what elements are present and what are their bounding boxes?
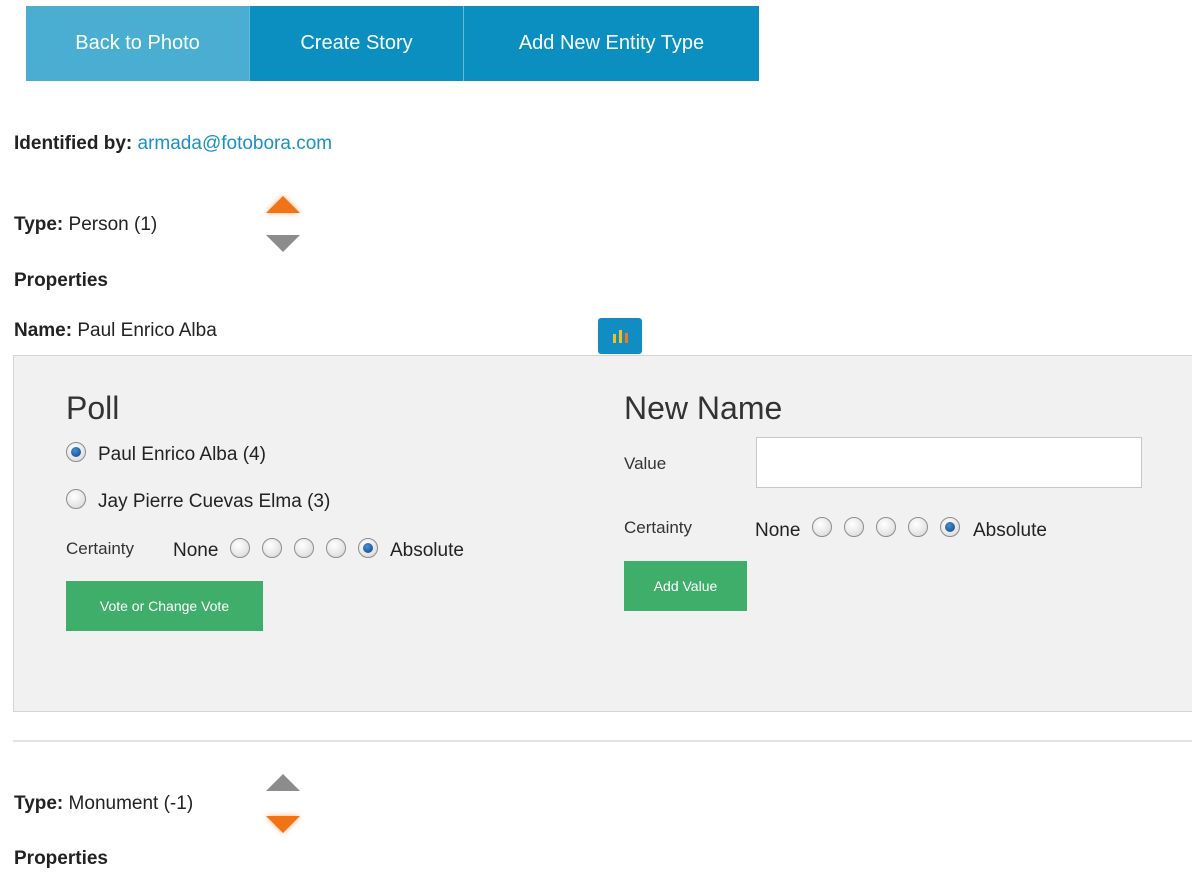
- new-name-certainty-radio-4[interactable]: [908, 517, 928, 537]
- properties-label: Properties: [14, 270, 108, 291]
- create-story-button[interactable]: Create Story: [250, 6, 464, 81]
- entity-type-person: Type: Person (1): [14, 214, 157, 236]
- downvote-arrow-icon[interactable]: [266, 816, 300, 833]
- add-entity-type-button[interactable]: Add New Entity Type: [464, 6, 759, 81]
- upvote-arrow-icon[interactable]: [266, 196, 300, 213]
- poll-certainty-radio-3[interactable]: [294, 538, 314, 558]
- identifier-email-link[interactable]: armada@fotobora.com: [138, 133, 333, 154]
- add-value-button[interactable]: Add Value: [624, 561, 747, 611]
- new-name-certainty-none: None: [755, 520, 801, 541]
- poll-certainty-radio-2[interactable]: [262, 538, 282, 558]
- type-label: Type:: [14, 793, 64, 814]
- new-name-certainty-radio-2[interactable]: [844, 517, 864, 537]
- poll-option-radio[interactable]: [66, 489, 86, 509]
- poll-certainty-none: None: [173, 540, 219, 561]
- new-name-certainty-radio-1[interactable]: [812, 517, 832, 537]
- new-name-certainty-radio-5[interactable]: [940, 517, 960, 537]
- upvote-arrow-icon[interactable]: [266, 774, 300, 791]
- poll-certainty-radio-4[interactable]: [326, 538, 346, 558]
- new-name-title: New Name: [624, 390, 783, 426]
- poll-option-label: Paul Enrico Alba (4): [98, 444, 266, 465]
- identified-by-label: Identified by:: [14, 133, 133, 154]
- bar-chart-bar: [612, 334, 616, 343]
- type-value: Person (1): [68, 214, 158, 235]
- poll-option-radio[interactable]: [66, 442, 86, 462]
- downvote-arrow-icon[interactable]: [266, 235, 300, 252]
- poll-certainty-label: Certainty: [66, 539, 135, 558]
- entity-type-monument: Type: Monument (-1): [14, 793, 193, 815]
- properties-heading: Properties: [14, 270, 108, 292]
- new-name-certainty-label: Certainty: [624, 518, 693, 537]
- bar-chart-bar: [624, 333, 628, 343]
- value-label: Value: [624, 454, 667, 473]
- poll-title: Poll: [66, 390, 120, 426]
- back-to-photo-button[interactable]: Back to Photo: [26, 6, 250, 81]
- properties-label: Properties: [14, 848, 108, 869]
- bar-chart-bar: [618, 330, 622, 343]
- type-value: Monument (-1): [68, 793, 194, 814]
- property-name: Name: Paul Enrico Alba: [14, 320, 217, 342]
- name-value: Paul Enrico Alba: [77, 320, 217, 341]
- properties-heading: Properties: [14, 848, 108, 870]
- bar-chart-icon[interactable]: [598, 318, 642, 354]
- identified-by: Identified by: armada@fotobora.com: [14, 133, 332, 155]
- name-label: Name:: [14, 320, 73, 341]
- poll-certainty-radio-1[interactable]: [230, 538, 250, 558]
- vote-button[interactable]: Vote or Change Vote: [66, 581, 263, 631]
- poll-certainty-radio-5[interactable]: [358, 538, 378, 558]
- new-name-certainty-radio-3[interactable]: [876, 517, 896, 537]
- new-name-certainty-absolute: Absolute: [973, 520, 1047, 541]
- poll-certainty-absolute: Absolute: [390, 540, 464, 561]
- divider: [13, 740, 1192, 742]
- poll-option-label: Jay Pierre Cuevas Elma (3): [98, 491, 331, 512]
- top-nav: Back to Photo Create Story Add New Entit…: [26, 6, 759, 81]
- type-label: Type:: [14, 214, 64, 235]
- value-input[interactable]: [756, 437, 1142, 488]
